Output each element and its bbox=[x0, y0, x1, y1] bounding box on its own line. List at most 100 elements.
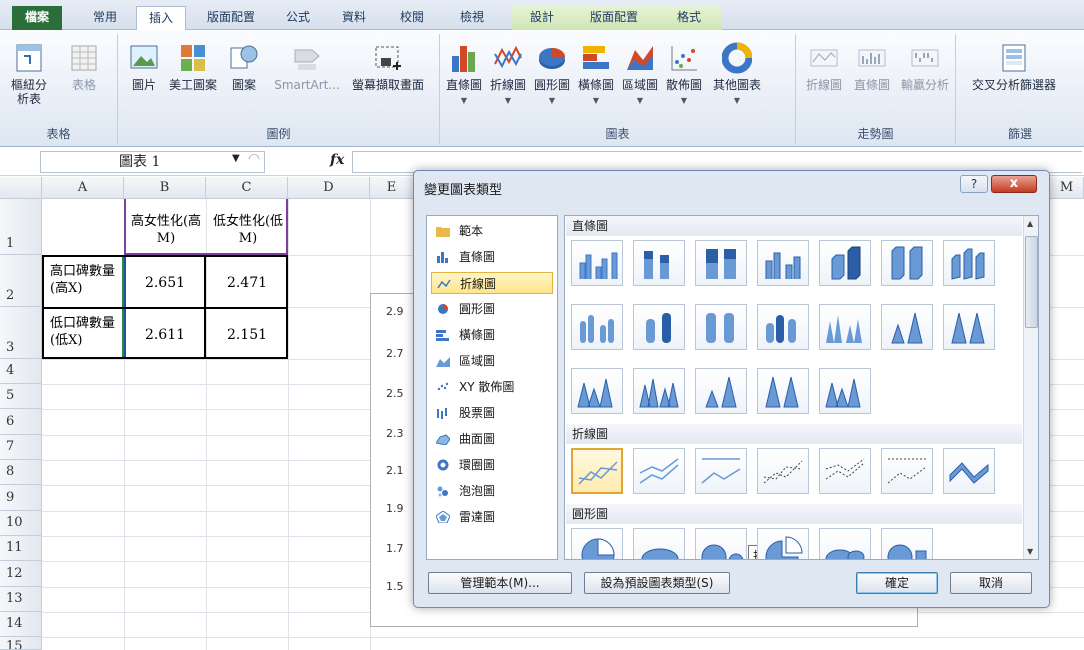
sparkline-line-button[interactable]: 折線圖 bbox=[802, 42, 846, 92]
cell-b3[interactable]: 2.611 bbox=[124, 327, 206, 344]
sparkline-winloss-button[interactable]: 輸贏分析 bbox=[898, 42, 952, 92]
other-charts-button[interactable]: 其他圖表 ▼ bbox=[710, 42, 764, 108]
subtype-stacked-line-markers[interactable] bbox=[819, 448, 871, 494]
ok-button[interactable]: 確定 bbox=[856, 572, 938, 594]
line-chart-button[interactable]: 折線圖 ▼ bbox=[488, 42, 528, 108]
row-header-14[interactable]: 14 bbox=[0, 612, 42, 637]
help-button[interactable]: ? bbox=[960, 175, 988, 193]
subtype-100-line-markers[interactable] bbox=[881, 448, 933, 494]
subtype-100-pyramid[interactable] bbox=[757, 368, 809, 414]
cell-c2[interactable]: 2.471 bbox=[206, 275, 288, 292]
tab-format[interactable]: 格式 bbox=[656, 6, 722, 30]
category-area[interactable]: 區域圖 bbox=[431, 350, 553, 372]
subtype-3d-cylinder[interactable] bbox=[757, 304, 809, 350]
row-header-1[interactable]: 1 bbox=[0, 199, 42, 255]
category-column[interactable]: 直條圖 bbox=[431, 246, 553, 268]
shapes-button[interactable]: 圖案 bbox=[226, 42, 262, 92]
cell-a3[interactable]: 低口碑數量(低X) bbox=[44, 315, 122, 349]
insert-function-icon[interactable]: fx bbox=[330, 152, 344, 168]
subtype-3d-stacked-column[interactable] bbox=[819, 240, 871, 286]
row-header-3[interactable]: 3 bbox=[0, 307, 42, 359]
manage-templates-button[interactable]: 管理範本(M)... bbox=[428, 572, 572, 594]
cell-a2[interactable]: 高口碑數量(高X) bbox=[44, 263, 122, 297]
category-radar[interactable]: 雷達圖 bbox=[431, 506, 553, 528]
tab-formulas[interactable]: 公式 bbox=[278, 6, 318, 30]
row-header-5[interactable]: 5 bbox=[0, 384, 42, 409]
subtype-clustered-cone[interactable] bbox=[819, 304, 871, 350]
clipart-button[interactable]: 美工圖案 bbox=[168, 42, 218, 92]
column-header-a[interactable]: A bbox=[42, 177, 124, 199]
tab-review[interactable]: 校閱 bbox=[392, 6, 432, 30]
picture-button[interactable]: 圖片 bbox=[126, 42, 162, 92]
subtype-3d-cone[interactable] bbox=[571, 368, 623, 414]
subtype-stacked-line[interactable] bbox=[633, 448, 685, 494]
category-doughnut[interactable]: 環圈圖 bbox=[431, 454, 553, 476]
subtype-100-stacked-line[interactable] bbox=[695, 448, 747, 494]
subtype-3d-100-column[interactable] bbox=[881, 240, 933, 286]
select-all-corner[interactable] bbox=[0, 177, 42, 199]
tab-chart-layout[interactable]: 版面配置 bbox=[572, 6, 656, 30]
category-scatter[interactable]: XY 散佈圖 bbox=[431, 376, 553, 398]
subtype-exploded-pie[interactable] bbox=[757, 528, 809, 559]
column-header-m[interactable]: M bbox=[1050, 177, 1084, 199]
tab-design[interactable]: 設計 bbox=[512, 6, 572, 30]
subtype-3d-line[interactable] bbox=[943, 448, 995, 494]
row-header-9[interactable]: 9 bbox=[0, 485, 42, 511]
cell-b1[interactable]: 高女性化(高M) bbox=[126, 213, 206, 247]
tab-page-layout[interactable]: 版面配置 bbox=[196, 6, 266, 30]
subtype-3d-column[interactable] bbox=[943, 240, 995, 286]
subtype-3d-clustered-column[interactable] bbox=[757, 240, 809, 286]
column-header-c[interactable]: C bbox=[206, 177, 288, 199]
subtype-100-cylinder[interactable] bbox=[695, 304, 747, 350]
tab-file[interactable]: 檔案 bbox=[12, 6, 62, 30]
pie-chart-button[interactable]: 圓形圖 ▼ bbox=[532, 42, 572, 108]
subtype-3d-exploded-pie[interactable] bbox=[819, 528, 871, 559]
scrollbar-thumb[interactable] bbox=[1025, 236, 1038, 328]
column-header-b[interactable]: B bbox=[124, 177, 206, 199]
subtype-stacked-cone[interactable] bbox=[881, 304, 933, 350]
tab-data[interactable]: 資料 bbox=[334, 6, 374, 30]
row-header-8[interactable]: 8 bbox=[0, 460, 42, 485]
cell-c1[interactable]: 低女性化(低M) bbox=[208, 213, 288, 247]
subtype-100-cone[interactable] bbox=[943, 304, 995, 350]
subtype-stacked-cylinder[interactable] bbox=[633, 304, 685, 350]
row-header-13[interactable]: 13 bbox=[0, 587, 42, 612]
category-templates[interactable]: 範本 bbox=[431, 220, 553, 242]
tab-view[interactable]: 檢視 bbox=[452, 6, 492, 30]
table-button[interactable]: 表格 bbox=[62, 42, 106, 92]
row-header-12[interactable]: 12 bbox=[0, 561, 42, 587]
cell-c3[interactable]: 2.151 bbox=[206, 327, 288, 344]
scroll-up-icon[interactable]: ▲ bbox=[1027, 219, 1033, 228]
subtype-line-with-markers[interactable] bbox=[757, 448, 809, 494]
column-header-e[interactable]: E bbox=[370, 177, 414, 199]
category-surface[interactable]: 曲面圖 bbox=[431, 428, 553, 450]
screenshot-button[interactable]: 螢幕擷取畫面 bbox=[346, 42, 430, 92]
bar-chart-button[interactable]: 橫條圖 ▼ bbox=[576, 42, 616, 108]
pivot-table-button[interactable]: 樞紐分析表 bbox=[4, 42, 54, 106]
subtype-pie[interactable] bbox=[571, 528, 623, 559]
set-default-chart-button[interactable]: 設為預設圖表類型(S) bbox=[584, 572, 730, 594]
row-header-6[interactable]: 6 bbox=[0, 409, 42, 435]
cell-b2[interactable]: 2.651 bbox=[124, 275, 206, 292]
subtype-pie-of-pie[interactable] bbox=[695, 528, 747, 559]
category-stock[interactable]: 股票圖 bbox=[431, 402, 553, 424]
category-bar[interactable]: 橫條圖 bbox=[431, 324, 553, 346]
subtype-3d-pie[interactable] bbox=[633, 528, 685, 559]
column-header-d[interactable]: D bbox=[288, 177, 370, 199]
subtype-stacked-column[interactable] bbox=[633, 240, 685, 286]
subtype-clustered-pyramid[interactable] bbox=[633, 368, 685, 414]
row-header-7[interactable]: 7 bbox=[0, 435, 42, 460]
subtype-3d-pyramid[interactable] bbox=[819, 368, 871, 414]
name-box-dropdown-icon[interactable]: ▼ bbox=[232, 153, 240, 164]
tab-home[interactable]: 常用 bbox=[80, 6, 130, 30]
scroll-down-icon[interactable]: ▼ bbox=[1027, 547, 1033, 556]
gallery-scrollbar[interactable]: ▲ ▼ bbox=[1023, 216, 1038, 559]
slicer-button[interactable]: 交叉分析篩選器 bbox=[964, 42, 1064, 92]
category-pie[interactable]: 圓形圖 bbox=[431, 298, 553, 320]
sparkline-column-button[interactable]: 直條圖 bbox=[850, 42, 894, 92]
area-chart-button[interactable]: 區域圖 ▼ bbox=[620, 42, 660, 108]
row-header-15[interactable]: 15 bbox=[0, 637, 42, 650]
category-line[interactable]: 折線圖 bbox=[431, 272, 553, 294]
row-header-4[interactable]: 4 bbox=[0, 359, 42, 384]
tab-insert[interactable]: 插入 bbox=[136, 6, 186, 31]
